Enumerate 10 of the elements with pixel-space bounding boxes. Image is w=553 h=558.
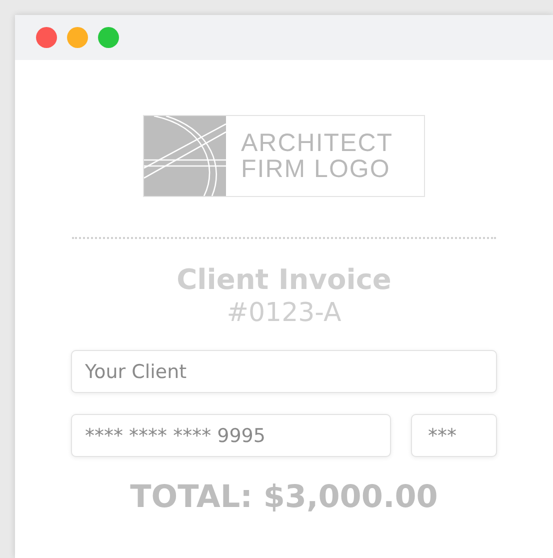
logo-text: FIRM LOGO <box>241 156 392 182</box>
window-control[interactable] <box>98 27 119 48</box>
cvv-field[interactable]: *** <box>411 414 497 457</box>
window-control[interactable] <box>36 27 57 48</box>
window-control[interactable] <box>67 27 88 48</box>
arcs-icon <box>144 116 226 196</box>
total-amount: TOTAL: $3,000.00 <box>130 479 438 515</box>
card-number-field[interactable]: **** **** **** 9995 <box>71 414 391 457</box>
logo-text: ARCHITECT <box>241 130 394 156</box>
client-field[interactable]: Your Client <box>71 350 497 393</box>
